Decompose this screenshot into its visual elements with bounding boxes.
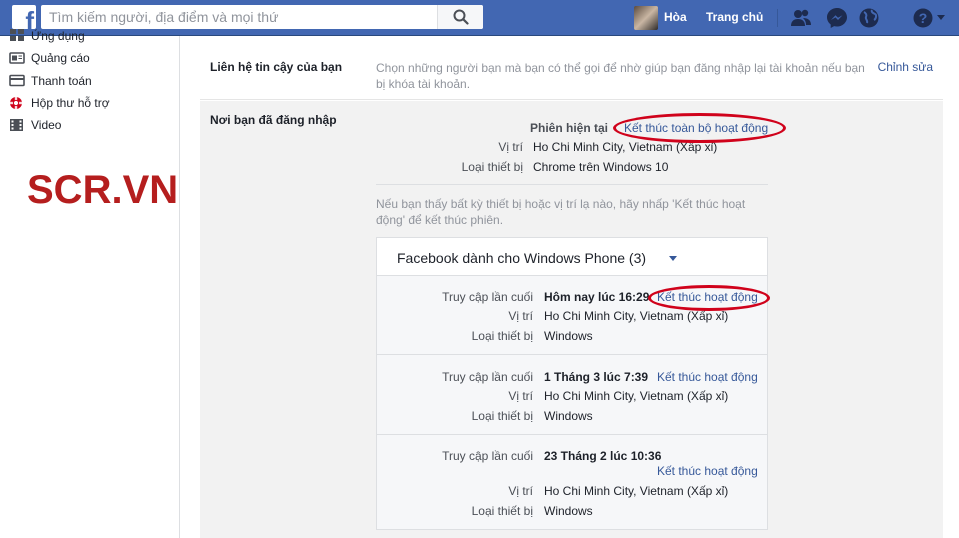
trusted-contacts-description: Chọn những người bạn mà bạn có thể gọi đ… [376, 61, 865, 91]
device-value: Windows [544, 504, 593, 518]
location-value: Ho Chi Minh City, Vietnam (Xấp xỉ) [544, 484, 729, 498]
device-value: Windows [544, 409, 593, 423]
messenger-icon[interactable] [826, 7, 848, 29]
app-sessions-panel: Facebook dành cho Windows Phone (3) Truy… [376, 237, 768, 530]
annotation-circle [648, 285, 770, 311]
chevron-down-icon[interactable] [669, 256, 677, 261]
location-label: Vị trí [508, 389, 533, 403]
device-label: Loại thiết bị [471, 329, 533, 343]
video-icon [10, 119, 23, 131]
last-access-label: Truy cập lần cuối [442, 290, 533, 304]
logged-in-label: Nơi bạn đã đăng nhập [210, 113, 337, 127]
session-row: Truy cập lần cuối 23 Tháng 2 lúc 10:36 K… [377, 436, 767, 530]
watermark: SCR.VN [27, 168, 179, 212]
sidebar-item-label: Video [31, 118, 62, 132]
last-access-value: 23 Tháng 2 lúc 10:36 [544, 449, 662, 463]
facebook-logo[interactable]: f [12, 5, 36, 29]
globe-icon[interactable] [858, 7, 880, 29]
caret-down-icon[interactable] [936, 12, 946, 22]
home-link[interactable]: Trang chủ [706, 10, 763, 24]
nav-divider [777, 9, 778, 27]
device-label: Loại thiết bị [471, 409, 533, 423]
apps-icon [10, 29, 24, 41]
profile-link[interactable]: Hòa [664, 10, 687, 24]
edit-link[interactable]: Chỉnh sửa [878, 60, 933, 74]
location-label: Vị trí [508, 484, 533, 498]
search-input[interactable] [41, 5, 436, 29]
location-value: Ho Chi Minh City, Vietnam (Xấp xỉ) [544, 389, 729, 403]
location-value: Ho Chi Minh City, Vietnam (Xấp xỉ) [544, 309, 729, 323]
last-access-label: Truy cập lần cuối [442, 370, 533, 384]
location-label: Vị trí [508, 309, 533, 323]
device-label: Loại thiết bị [461, 160, 523, 174]
friends-icon[interactable] [790, 7, 812, 29]
logged-in-section: Nơi bạn đã đăng nhập Phiên hiện tại Kết … [200, 101, 943, 538]
sidebar-item-label: Quảng cáo [31, 51, 90, 65]
security-note: Nếu bạn thấy bất kỳ thiết bị hoặc vị trí… [376, 197, 746, 227]
annotation-circle [613, 113, 786, 143]
end-activity-link[interactable]: Kết thúc hoạt động [657, 464, 758, 478]
top-navigation-bar: f Hòa Trang chủ ? [0, 0, 959, 36]
svg-text:?: ? [919, 10, 928, 26]
avatar[interactable] [634, 6, 658, 30]
help-icon[interactable]: ? [912, 7, 934, 29]
device-value: Chrome trên Windows 10 [533, 160, 669, 174]
search-box [41, 5, 483, 29]
support-inbox-icon [9, 96, 23, 110]
last-access-label: Truy cập lần cuối [442, 449, 533, 463]
last-access-value: 1 Tháng 3 lúc 7:39 [544, 370, 649, 384]
end-activity-link[interactable]: Kết thúc hoạt động [657, 370, 758, 384]
last-access-value: Hôm nay lúc 16:29 [544, 290, 650, 304]
trusted-contacts-label: Liên hệ tin cậy của bạn [210, 60, 343, 74]
divider [376, 184, 768, 185]
ads-icon [9, 52, 25, 64]
app-title: Facebook dành cho Windows Phone (3) [397, 250, 647, 266]
sidebar-item-label: Ứng dụng [31, 29, 85, 43]
sidebar-item-label: Hộp thư hỗ trợ [31, 96, 110, 110]
current-session-label: Phiên hiện tại [529, 121, 608, 135]
search-button[interactable] [437, 5, 483, 29]
session-row: Truy cập lần cuối 1 Tháng 3 lúc 7:39 Kết… [377, 356, 767, 435]
sidebar-item-label: Thanh toán [31, 74, 92, 88]
location-label: Vị trí [498, 140, 523, 154]
device-value: Windows [544, 329, 593, 343]
sidebar-divider [179, 36, 180, 538]
payments-icon [9, 74, 25, 87]
trusted-contacts-row: Liên hệ tin cậy của bạn Chọn những người… [200, 48, 943, 100]
device-label: Loại thiết bị [471, 504, 533, 518]
search-icon [453, 9, 469, 25]
app-sessions-header[interactable]: Facebook dành cho Windows Phone (3) [377, 238, 767, 276]
